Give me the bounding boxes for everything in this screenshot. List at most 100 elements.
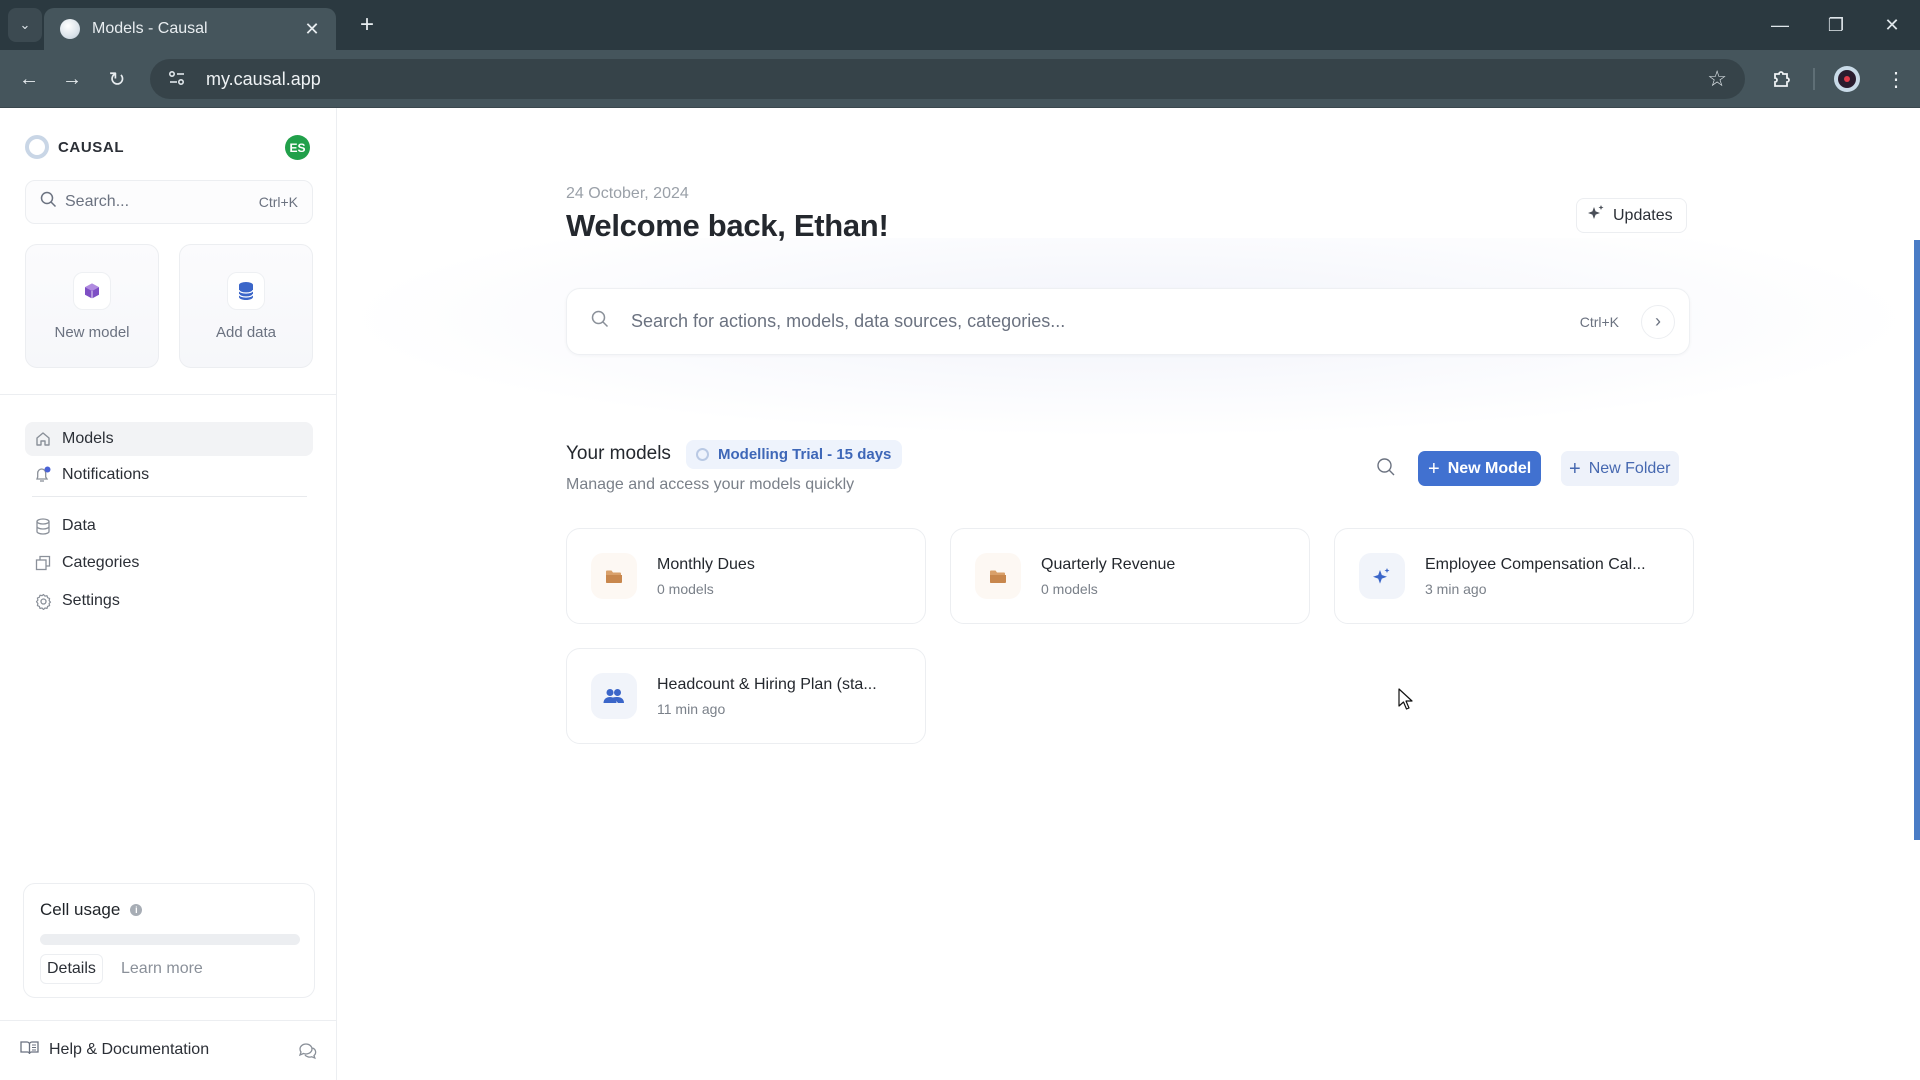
restore-icon[interactable]: ❐ bbox=[1808, 0, 1864, 50]
home-icon bbox=[34, 430, 52, 448]
folder-icon bbox=[591, 553, 637, 599]
sidebar-item-label: Notifications bbox=[62, 466, 150, 483]
sidebar-item-label: Models bbox=[62, 430, 114, 447]
sidebar: CAUSAL ES Search... Ctrl+K New model Add… bbox=[0, 108, 337, 1080]
more-vertical-icon: ⋮ bbox=[1886, 68, 1906, 91]
minimize-icon[interactable]: — bbox=[1752, 0, 1808, 50]
book-icon bbox=[20, 1040, 40, 1060]
sidebar-nav-divider bbox=[32, 496, 307, 497]
sidebar-search-placeholder: Search... bbox=[65, 193, 130, 210]
command-search-input[interactable]: Search for actions, models, data sources… bbox=[566, 288, 1690, 355]
help-label: Help & Documentation bbox=[49, 1041, 210, 1058]
learn-more-link[interactable]: Learn more bbox=[121, 954, 203, 984]
shortcut-hint: Ctrl+K bbox=[1579, 313, 1619, 330]
window-controls: — ❐ ✕ bbox=[1752, 0, 1920, 50]
sidebar-item-label: Categories bbox=[62, 554, 140, 571]
browser-menu-button[interactable]: ⋮ bbox=[1881, 64, 1911, 94]
back-button[interactable]: ← bbox=[14, 64, 44, 94]
user-avatar[interactable]: ES bbox=[285, 135, 310, 160]
arrow-right-icon: → bbox=[62, 67, 82, 90]
chat-icon[interactable] bbox=[297, 1040, 319, 1062]
card-title: Monthly Dues bbox=[657, 555, 755, 573]
sidebar-item-notifications[interactable]: Notifications bbox=[25, 458, 313, 492]
url-text[interactable]: my.causal.app bbox=[206, 69, 1707, 90]
info-icon[interactable]: i bbox=[130, 904, 143, 916]
section-subtitle: Manage and access your models quickly bbox=[566, 476, 855, 493]
card-meta: 11 min ago bbox=[657, 700, 726, 717]
mouse-cursor-icon bbox=[1398, 688, 1413, 710]
quick-action-label: New model bbox=[54, 324, 130, 341]
database-icon bbox=[34, 517, 52, 535]
model-card[interactable]: Headcount & Hiring Plan (sta... 11 min a… bbox=[566, 648, 926, 744]
close-window-icon[interactable]: ✕ bbox=[1864, 0, 1920, 50]
add-data-quick-button[interactable]: Add data bbox=[179, 244, 313, 368]
close-tab-icon[interactable]: ✕ bbox=[302, 19, 322, 40]
bell-icon bbox=[34, 466, 52, 484]
new-tab-button[interactable]: + bbox=[352, 10, 382, 40]
command-search-placeholder: Search for actions, models, data sources… bbox=[631, 311, 1066, 331]
card-title: Quarterly Revenue bbox=[1041, 555, 1176, 573]
forward-button[interactable]: → bbox=[57, 64, 87, 94]
sidebar-item-categories[interactable]: Categories bbox=[25, 546, 313, 580]
model-folder-card[interactable]: Quarterly Revenue 0 models bbox=[950, 528, 1310, 624]
updates-button[interactable]: Updates bbox=[1576, 198, 1687, 233]
trial-badge[interactable]: Modelling Trial - 15 days bbox=[686, 440, 903, 469]
search-icon bbox=[40, 191, 57, 213]
browser-toolbar: ← → ↻ my.causal.app ☆ ⋮ bbox=[0, 50, 1920, 108]
profile-icon bbox=[1838, 70, 1856, 88]
new-folder-label: New Folder bbox=[1588, 459, 1671, 477]
reload-button[interactable]: ↻ bbox=[102, 64, 132, 94]
browser-tab-bar: ⌄ Models - Causal ✕ + — ❐ ✕ bbox=[0, 0, 1920, 50]
quick-action-label: Add data bbox=[215, 324, 277, 341]
new-model-quick-button[interactable]: New model bbox=[25, 244, 159, 368]
gear-icon bbox=[34, 592, 52, 610]
plus-icon: + bbox=[1569, 457, 1581, 480]
chevron-down-icon: ⌄ bbox=[19, 17, 31, 32]
sidebar-item-data[interactable]: Data bbox=[25, 509, 313, 543]
circle-icon bbox=[696, 448, 709, 461]
database-icon bbox=[227, 272, 265, 310]
card-meta: 0 models bbox=[1041, 580, 1098, 597]
toolbar-divider bbox=[1813, 68, 1815, 90]
sidebar-search-input[interactable]: Search... Ctrl+K bbox=[25, 180, 313, 224]
bookmark-star-icon[interactable]: ☆ bbox=[1707, 66, 1727, 92]
causal-favicon-icon bbox=[60, 19, 80, 39]
details-button[interactable]: Details bbox=[40, 954, 103, 984]
arrow-left-icon: ← bbox=[19, 67, 39, 90]
profile-button[interactable] bbox=[1834, 66, 1860, 92]
model-folder-card[interactable]: Monthly Dues 0 models bbox=[566, 528, 926, 624]
new-folder-button[interactable]: + New Folder bbox=[1561, 451, 1679, 486]
cube-icon bbox=[73, 272, 111, 310]
address-bar[interactable]: my.causal.app ☆ bbox=[150, 59, 1745, 99]
chevron-right-icon[interactable]: › bbox=[1641, 304, 1675, 339]
help-documentation-link[interactable]: Help & Documentation bbox=[20, 1040, 209, 1060]
brand[interactable]: CAUSAL bbox=[25, 135, 124, 159]
sidebar-item-models[interactable]: Models bbox=[25, 422, 313, 456]
browser-tab[interactable]: Models - Causal ✕ bbox=[44, 8, 336, 50]
site-info-icon[interactable] bbox=[168, 70, 190, 89]
copy-icon bbox=[34, 554, 52, 572]
models-search-icon[interactable] bbox=[1376, 457, 1398, 479]
cell-usage-title: Cell usage i bbox=[40, 900, 143, 920]
page-scrollbar[interactable] bbox=[1914, 240, 1920, 840]
cell-usage-card: Cell usage i Details Learn more bbox=[23, 883, 315, 998]
search-icon bbox=[591, 310, 611, 333]
trial-badge-label: Modelling Trial - 15 days bbox=[718, 446, 892, 463]
main-content: 24 October, 2024 Welcome back, Ethan! Up… bbox=[338, 108, 1920, 1080]
sidebar-item-settings[interactable]: Settings bbox=[25, 584, 313, 618]
section-title: Your models bbox=[566, 443, 671, 464]
cell-usage-label: Cell usage bbox=[40, 900, 121, 919]
sidebar-item-label: Settings bbox=[62, 592, 120, 609]
tab-list-button[interactable]: ⌄ bbox=[8, 8, 42, 42]
tab-title: Models - Causal bbox=[92, 20, 208, 37]
new-model-button[interactable]: + New Model bbox=[1418, 451, 1542, 486]
page-title: Welcome back, Ethan! bbox=[566, 208, 889, 243]
shortcut-hint: Ctrl+K bbox=[258, 194, 298, 210]
sparkle-icon bbox=[1359, 553, 1405, 599]
brand-name: CAUSAL bbox=[58, 138, 125, 156]
folder-icon bbox=[975, 553, 1021, 599]
new-model-label: New Model bbox=[1447, 459, 1532, 477]
model-card[interactable]: Employee Compensation Cal... 3 min ago bbox=[1334, 528, 1694, 624]
extensions-button[interactable] bbox=[1766, 64, 1796, 94]
reload-icon: ↻ bbox=[108, 68, 126, 91]
